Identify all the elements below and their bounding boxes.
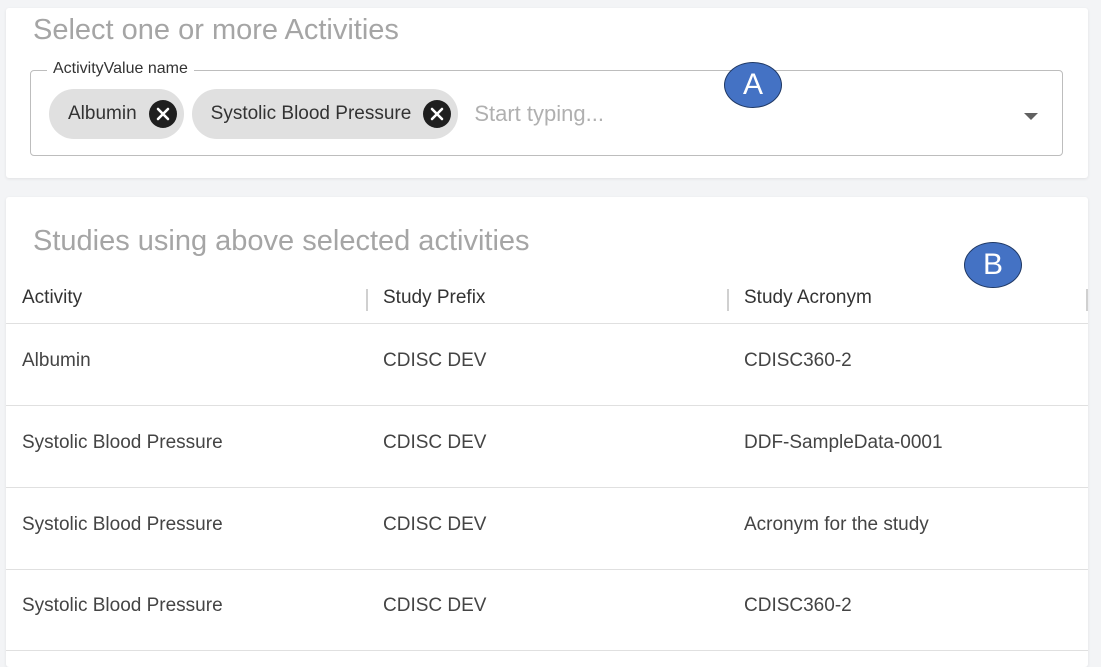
chip-albumin: Albumin xyxy=(49,89,184,139)
cell-study-prefix: CDISC DEV xyxy=(383,432,487,453)
activity-selector-title: Select one or more Activities xyxy=(33,14,399,46)
table-row[interactable]: Albumin CDISC DEV CDISC360-2 xyxy=(6,324,1088,406)
column-header-study-acronym[interactable]: Study Acronym xyxy=(744,287,872,309)
chip-label: Systolic Blood Pressure xyxy=(210,103,412,124)
cell-study-acronym: Acronym for the study xyxy=(744,514,929,535)
table-row[interactable]: Systolic Blood Pressure CDISC DEV Acrony… xyxy=(6,488,1088,570)
cell-study-acronym: DDF-SampleData-0001 xyxy=(744,432,943,453)
table-row[interactable]: Systolic Blood Pressure CDISC DEV CDISC3… xyxy=(6,569,1088,651)
cell-study-prefix: CDISC DEV xyxy=(383,350,487,371)
cell-activity: Systolic Blood Pressure xyxy=(22,514,223,535)
column-header-study-prefix[interactable]: Study Prefix xyxy=(383,287,485,309)
column-separator[interactable] xyxy=(1086,289,1088,311)
column-header-activity[interactable]: Activity xyxy=(22,287,82,309)
activity-value-field-label: ActivityValue name xyxy=(47,60,194,78)
dropdown-arrow-icon[interactable] xyxy=(1024,108,1038,126)
cell-study-prefix: CDISC DEV xyxy=(383,514,487,535)
activity-search-input[interactable] xyxy=(472,100,957,128)
remove-chip-icon[interactable] xyxy=(148,100,177,128)
table-header: Activity Study Prefix Study Acronym xyxy=(6,279,1088,324)
remove-chip-icon[interactable] xyxy=(423,100,452,128)
cell-activity: Systolic Blood Pressure xyxy=(22,432,223,453)
activity-selector-card: Select one or more Activities ActivityVa… xyxy=(6,8,1088,178)
table-row[interactable]: Systolic Blood Pressure CDISC DEV DDF-Sa… xyxy=(6,406,1088,488)
chip-label: Albumin xyxy=(68,103,137,124)
chip-systolic-blood-pressure: Systolic Blood Pressure xyxy=(191,89,459,139)
column-separator[interactable] xyxy=(366,289,368,311)
activity-value-field[interactable]: ActivityValue name Albumin Systolic Bloo… xyxy=(30,60,1063,156)
cell-study-acronym: CDISC360-2 xyxy=(744,595,852,616)
column-separator[interactable] xyxy=(727,289,729,311)
cell-activity: Systolic Blood Pressure xyxy=(22,595,223,616)
callout-marker-a: A xyxy=(724,62,782,108)
cell-study-prefix: CDISC DEV xyxy=(383,595,487,616)
callout-marker-b: B xyxy=(964,242,1022,288)
studies-card: Studies using above selected activities … xyxy=(6,197,1088,667)
cell-study-acronym: CDISC360-2 xyxy=(744,350,852,371)
cell-activity: Albumin xyxy=(22,350,91,371)
studies-title: Studies using above selected activities xyxy=(33,225,530,257)
